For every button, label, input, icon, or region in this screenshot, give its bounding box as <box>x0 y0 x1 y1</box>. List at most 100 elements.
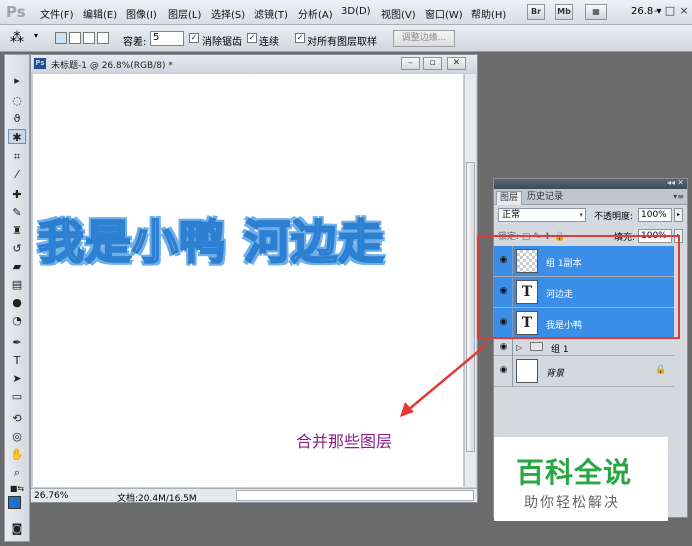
highlight-box <box>477 235 680 339</box>
menu-help[interactable]: 帮助(H) <box>471 6 506 21</box>
bridge-button[interactable]: Br <box>527 4 545 20</box>
brush-tool-icon[interactable]: ✎ <box>8 205 26 220</box>
magic-wand-icon[interactable]: ⁂ <box>10 30 24 46</box>
panel-header[interactable]: ◂◂ ✕ <box>494 178 687 189</box>
layer-name[interactable]: 组 1 <box>551 342 569 355</box>
eye-divider <box>512 339 513 356</box>
watermark: 百科全说 助你轻松解决 <box>494 437 668 521</box>
foreground-color-swatch[interactable] <box>8 496 21 509</box>
opacity-slider-button[interactable]: ▸ <box>674 208 683 222</box>
watermark-subtitle: 助你轻松解决 <box>524 495 620 511</box>
vertical-scrollbar-thumb[interactable] <box>466 162 475 452</box>
3d-orbit-tool-icon[interactable]: ◎ <box>8 429 26 444</box>
contiguous-checkbox[interactable]: ✓ <box>247 33 257 43</box>
lock-icon: 🔒 <box>655 365 667 375</box>
marquee-tool-icon[interactable]: ◌ <box>8 93 26 108</box>
document-minimize-icon[interactable]: – <box>401 57 420 70</box>
sample-all-layers-checkbox[interactable]: ✓ <box>295 33 305 43</box>
menu-edit[interactable]: 编辑(E) <box>83 6 117 21</box>
opacity-input[interactable]: 100% <box>638 208 672 222</box>
pen-tool-icon[interactable]: ✒ <box>8 335 26 350</box>
hand-tool-icon[interactable]: ✋ <box>8 447 26 462</box>
document-close-icon[interactable]: ✕ <box>447 57 466 70</box>
path-selection-tool-icon[interactable]: ➤ <box>8 371 26 386</box>
expand-triangle-icon[interactable]: ▷ <box>516 343 522 352</box>
menu-view[interactable]: 视图(V) <box>381 6 416 21</box>
menu-bar: Ps 文件(F) 编辑(E) 图像(I) 图层(L) 选择(S) 滤镜(T) 分… <box>0 0 692 25</box>
document-status-bar: 26.76% 文档:20.4M/16.5M <box>31 488 477 504</box>
tolerance-label: 容差: <box>123 37 147 48</box>
subtract-selection-mode[interactable] <box>83 32 95 44</box>
menu-3d[interactable]: 3D(D) <box>341 6 371 17</box>
collapse-icon[interactable]: ◂◂ <box>667 178 675 187</box>
folder-icon <box>530 342 543 351</box>
document-window: Ps 未标题-1 @ 26.8%(RGB/8) * – ▫ ✕ 26.76% 文… <box>30 54 478 504</box>
menu-select[interactable]: 选择(S) <box>211 6 245 21</box>
healing-brush-tool-icon[interactable]: ✚ <box>8 187 26 202</box>
blur-tool-icon[interactable]: ● <box>8 295 26 310</box>
minimize-icon[interactable]: - <box>649 4 663 18</box>
photoshop-logo: Ps <box>6 3 26 21</box>
intersect-selection-mode[interactable] <box>97 32 109 44</box>
menu-file[interactable]: 文件(F) <box>40 6 74 21</box>
document-title: 未标题-1 @ 26.8%(RGB/8) * <box>51 61 173 71</box>
tab-history[interactable]: 历史记录 <box>524 191 566 205</box>
default-colors-icon[interactable]: ■⇆ <box>8 481 26 496</box>
panel-menu-icon[interactable]: ▾≡ <box>673 192 684 201</box>
toolbox: ▸ ◌ ϑ ✱ ⌗ ⁄ ✚ ✎ ♜ ↺ ▰ ▤ ● ◔ ✒ T ➤ ▭ ⟲ ◎ … <box>4 54 30 542</box>
canvas[interactable] <box>33 74 463 487</box>
artwork-text: 我是小鸭 河边走 <box>37 206 385 272</box>
menu-analysis[interactable]: 分析(A) <box>298 6 333 21</box>
artwork-text-part1: 我是小鸭 <box>37 214 226 270</box>
sample-all-layers-label: 对所有图层取样 <box>307 37 377 48</box>
eye-icon[interactable]: ◉ <box>498 342 509 353</box>
zoom-tool-icon[interactable]: ⌕ <box>8 465 26 480</box>
view-extras-button[interactable]: ▦ <box>585 4 607 20</box>
history-brush-tool-icon[interactable]: ↺ <box>8 241 26 256</box>
lasso-tool-icon[interactable]: ϑ <box>8 111 26 126</box>
add-selection-mode[interactable] <box>69 32 81 44</box>
menu-image[interactable]: 图像(I) <box>126 6 157 21</box>
watermark-title: 百科全说 <box>516 456 633 489</box>
document-title-bar[interactable]: Ps 未标题-1 @ 26.8%(RGB/8) * – ▫ ✕ <box>31 55 477 73</box>
vertical-scrollbar[interactable] <box>464 74 476 487</box>
menu-window[interactable]: 窗口(W) <box>425 6 463 21</box>
clone-stamp-tool-icon[interactable]: ♜ <box>8 223 26 238</box>
tolerance-input[interactable]: 5 <box>150 31 184 46</box>
3d-rotate-tool-icon[interactable]: ⟲ <box>8 411 26 426</box>
antialias-checkbox[interactable]: ✓ <box>189 33 199 43</box>
tab-layers[interactable]: 图层 <box>496 191 523 205</box>
mini-bridge-button[interactable]: Mb <box>555 4 573 20</box>
eyedropper-tool-icon[interactable]: ⁄ <box>8 167 26 182</box>
panel-close-icon[interactable]: ✕ <box>677 178 684 187</box>
antialias-label: 消除锯齿 <box>202 37 242 48</box>
menu-filter[interactable]: 滤镜(T) <box>254 6 288 21</box>
dodge-tool-icon[interactable]: ◔ <box>8 313 26 328</box>
close-icon[interactable]: × <box>677 4 691 18</box>
group-layer-row[interactable]: ◉ ▷ 组 1 <box>494 339 674 356</box>
eye-icon[interactable]: ◉ <box>498 365 509 376</box>
magic-wand-tool-icon[interactable]: ✱ <box>8 129 26 144</box>
maximize-icon[interactable]: □ <box>663 4 677 18</box>
quick-mask-icon[interactable]: ◙ <box>8 521 26 536</box>
shape-tool-icon[interactable]: ▭ <box>8 389 26 404</box>
layer-name[interactable]: 背景 <box>546 366 564 379</box>
horizontal-scrollbar[interactable] <box>236 490 474 501</box>
eraser-tool-icon[interactable]: ▰ <box>8 259 26 274</box>
refine-edge-button[interactable]: 调整边缘... <box>393 30 455 47</box>
tool-preset-chevron-icon[interactable]: ▾ <box>34 31 38 40</box>
type-tool-icon[interactable]: T <box>8 353 26 368</box>
opacity-label: 不透明度: <box>594 212 634 222</box>
move-tool-icon[interactable]: ▸ <box>8 73 26 88</box>
new-selection-mode[interactable] <box>55 32 67 44</box>
gradient-tool-icon[interactable]: ▤ <box>8 277 26 292</box>
layer-row[interactable]: ◉ 背景 🔒 <box>494 356 674 387</box>
menu-layer[interactable]: 图层(L) <box>168 6 201 21</box>
crop-tool-icon[interactable]: ⌗ <box>8 149 26 164</box>
document-size-info[interactable]: 文档:20.4M/16.5M <box>117 491 197 504</box>
contiguous-label: 连续 <box>259 37 279 48</box>
zoom-percentage[interactable]: 26.76% <box>34 491 68 501</box>
layer-thumbnail <box>516 359 538 383</box>
blend-mode-select[interactable]: 正常 ▾ <box>498 208 586 222</box>
document-restore-icon[interactable]: ▫ <box>423 57 442 70</box>
